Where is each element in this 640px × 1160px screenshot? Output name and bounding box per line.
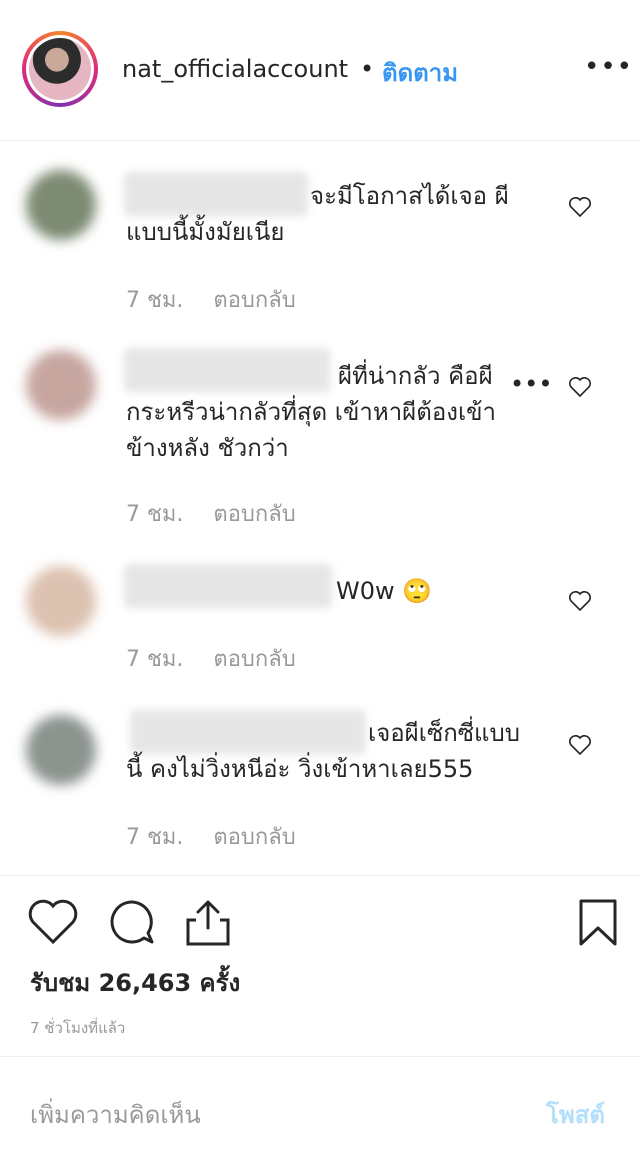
follow-button[interactable]: ติดตาม: [382, 53, 458, 92]
comment-more-icon[interactable]: •••: [510, 370, 552, 398]
reply-button[interactable]: ตอบกลับ: [213, 288, 295, 313]
comment-avatar[interactable]: [26, 350, 96, 420]
comment-meta: 7 ชม. ตอบกลับ: [126, 282, 296, 317]
reply-button[interactable]: ตอบกลับ: [213, 647, 295, 672]
comment-meta: 7 ชม. ตอบกลับ: [126, 496, 296, 531]
comment-avatar[interactable]: [26, 715, 96, 785]
more-options-icon[interactable]: •••: [584, 52, 633, 82]
post-header: nat_officialaccount • ติดตาม •••: [0, 0, 640, 141]
comment-time: 7 ชม.: [126, 647, 184, 672]
separator-dot: •: [360, 55, 375, 83]
comment-username[interactable]: [124, 348, 330, 392]
like-comment-heart-icon[interactable]: [568, 734, 592, 756]
post-time-ago[interactable]: 7 ชั่วโมงที่แล้ว: [30, 1016, 125, 1040]
comment-avatar[interactable]: [26, 566, 96, 636]
comment-username[interactable]: [124, 564, 332, 608]
like-heart-icon[interactable]: [28, 898, 78, 946]
comment-username[interactable]: [130, 710, 366, 754]
username-link[interactable]: nat_officialaccount: [122, 55, 348, 83]
comment-meta: 7 ชม. ตอบกลับ: [126, 819, 296, 854]
comment-username[interactable]: [124, 172, 308, 216]
like-comment-heart-icon[interactable]: [568, 196, 592, 218]
add-comment-input[interactable]: เพิ่มความคิดเห็น: [30, 1095, 201, 1134]
comment-time: 7 ชม.: [126, 825, 184, 850]
like-comment-heart-icon[interactable]: [568, 590, 592, 612]
comment-text: ข้างหลัง ชัวกว่า: [126, 434, 289, 462]
comment-text: เจอผีเซ็กซี่แบบ: [368, 719, 520, 747]
comment-meta: 7 ชม. ตอบกลับ: [126, 641, 296, 676]
comment-text: กระหรีวน่ากลัวที่สุด เข้าหาผีต้องเข้า: [126, 398, 497, 426]
comment-text: จะมีโอกาสได้เจอ ผี: [310, 182, 509, 210]
comment-text: ผีที่น่ากลัว คือผี: [338, 362, 493, 390]
reply-button[interactable]: ตอบกลับ: [213, 502, 295, 527]
avatar-image: [29, 38, 91, 100]
comment-time: 7 ชม.: [126, 502, 184, 527]
view-count[interactable]: รับชม 26,463 ครั้ง: [30, 963, 240, 1002]
comment-text: แบบนี้มั้งมัยเนีย: [126, 218, 285, 246]
comment-bubble-icon[interactable]: [106, 898, 156, 946]
share-icon[interactable]: [184, 898, 232, 946]
profile-avatar[interactable]: [22, 31, 98, 107]
comment-time: 7 ชม.: [126, 288, 184, 313]
like-comment-heart-icon[interactable]: [568, 376, 592, 398]
reply-button[interactable]: ตอบกลับ: [213, 825, 295, 850]
comment-avatar[interactable]: [26, 170, 96, 240]
save-bookmark-icon[interactable]: [578, 898, 618, 946]
comment-text: W0w 🙄: [336, 577, 433, 605]
comment-text: นี้ คงไม่วิ่งหนีอ่ะ วิ่งเข้าหาเลย555: [126, 755, 474, 783]
post-comment-button[interactable]: โพสต์: [546, 1095, 605, 1134]
